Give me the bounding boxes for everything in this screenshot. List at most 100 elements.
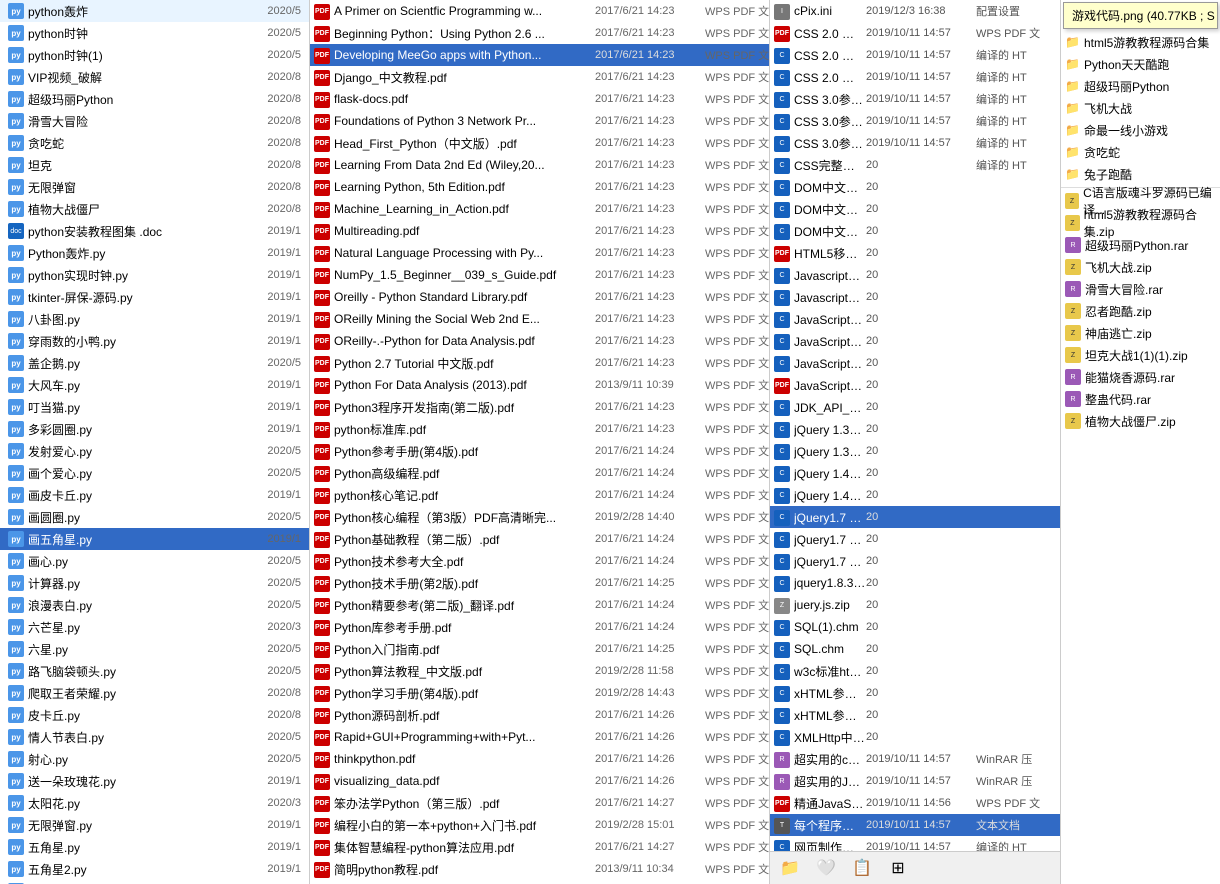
right-file-row[interactable]: CxHTML参考手册.chm20 [770, 704, 1060, 726]
grid-icon[interactable]: ⊞ [886, 856, 910, 880]
middle-file-row[interactable]: PDFHead_First_Python（中文版）.pdf2017/6/21 1… [310, 132, 769, 154]
left-file-item[interactable]: py计算器.py2020/5 [0, 572, 309, 594]
left-file-item[interactable]: pytkinter-屏保-源码.py2019/1 [0, 286, 309, 308]
left-file-item[interactable]: py超级玛丽Python2020/8 [0, 88, 309, 110]
left-file-item[interactable]: py画皮卡丘.py2019/1 [0, 484, 309, 506]
zip-item[interactable]: R能猫烧香源码.rar [1061, 366, 1220, 388]
middle-file-row[interactable]: PDFPython技术手册(第2版).pdf2017/6/21 14:25WPS… [310, 572, 769, 594]
right-file-row[interactable]: CSQL.chm20 [770, 638, 1060, 660]
middle-file-row[interactable]: PDFLearning From Data 2nd Ed (Wiley,20..… [310, 154, 769, 176]
right-file-row[interactable]: CjQuery 1.3参考手册.chm20 [770, 440, 1060, 462]
left-file-item[interactable]: py皮卡丘.py2020/8 [0, 704, 309, 726]
right-file-row[interactable]: Cjquery1.8.3.chm20 [770, 572, 1060, 594]
middle-file-row[interactable]: PDFPython 2.7 Tutorial 中文版.pdf2017/6/21 … [310, 352, 769, 374]
zip-item[interactable]: Z神庙逃亡.zip [1061, 322, 1220, 344]
left-file-item[interactable]: py画五角星.py2019/1 [0, 528, 309, 550]
middle-file-row[interactable]: PDFA Primer on Scientfic Programming w..… [310, 0, 769, 22]
middle-file-row[interactable]: PDFDeveloping MeeGo apps with Python...2… [310, 44, 769, 66]
middle-file-row[interactable]: PDFPython For Data Analysis (2013).pdf20… [310, 374, 769, 396]
left-file-item[interactable]: py六芒星.py2020/3 [0, 616, 309, 638]
right-file-row[interactable]: T每个程序员都会的35种小技巧.txt2019/10/11 14:57文本文档 [770, 814, 1060, 836]
middle-file-row[interactable]: PDFPython精要参考(第二版)_翻译.pdf2017/6/21 14:24… [310, 594, 769, 616]
folder-item[interactable]: 📁html5游教教程源码合集 [1061, 31, 1220, 53]
middle-file-row[interactable]: PDFPython源码剖析.pdf2017/6/21 14:26WPS PDF … [310, 704, 769, 726]
middle-file-row[interactable]: PDFMachine_Learning_in_Action.pdf2017/6/… [310, 198, 769, 220]
right-file-row[interactable]: Zjuery.js.zip20 [770, 594, 1060, 616]
left-file-item[interactable]: pypython时钟(1)2020/5 [0, 44, 309, 66]
zip-item[interactable]: R整蛊代码.rar [1061, 388, 1220, 410]
middle-file-row[interactable]: PDFPython参考手册(第4版).pdf2017/6/21 14:24WPS… [310, 440, 769, 462]
right-file-row[interactable]: CCSS 3.0参考手册.chm2019/10/11 14:57编译的 HT [770, 132, 1060, 154]
right-file-row[interactable]: CJDK_API_1_6_zh_CN手册.CHM20 [770, 396, 1060, 418]
middle-file-row[interactable]: PDFOReilly Mining the Social Web 2nd E..… [310, 308, 769, 330]
middle-file-row[interactable]: PDFPython学习手册(第4版).pdf2019/2/28 14:43WPS… [310, 682, 769, 704]
right-file-row[interactable]: C网页制作完全手册.chm2019/10/11 14:57编译的 HT [770, 836, 1060, 851]
middle-file-row[interactable]: PDF笨办法学Python（第三版）.pdf2017/6/21 14:27WPS… [310, 792, 769, 814]
middle-file-row[interactable]: PDFPython高级编程.pdf2017/6/21 14:24WPS PDF … [310, 462, 769, 484]
left-file-item[interactable]: py五角星.py2019/1 [0, 836, 309, 858]
right-file-row[interactable]: CjQuery1.7 中文手册.chm20 [770, 550, 1060, 572]
right-file-row[interactable]: CjQuery 1.4参考手册.CHM20 [770, 484, 1060, 506]
right-file-row[interactable]: CCSS 2.0 中文手册(2).chm2019/10/11 14:57编译的 … [770, 44, 1060, 66]
left-file-item[interactable]: pypython时钟2020/5 [0, 22, 309, 44]
middle-file-row[interactable]: PDFNatural Language Processing with Py..… [310, 242, 769, 264]
left-file-item[interactable]: pypython实现时钟.py2019/1 [0, 264, 309, 286]
favorite-icon[interactable]: 🤍 [814, 856, 838, 880]
left-file-item[interactable]: py盖企鹅.py2020/5 [0, 352, 309, 374]
right-file-row[interactable]: PDFCSS 2.0 中文手册(1).pdf2019/10/11 14:57WP… [770, 22, 1060, 44]
right-file-row[interactable]: CDOM中文手册.chm20 [770, 220, 1060, 242]
middle-file-row[interactable]: PDFPython3程序开发指南(第二版).pdf2017/6/21 14:23… [310, 396, 769, 418]
middle-file-row[interactable]: PDFPython技术参考大全.pdf2017/6/21 14:24WPS PD… [310, 550, 769, 572]
left-file-item[interactable]: py六星.py2020/5 [0, 638, 309, 660]
left-file-item[interactable]: py情人节表白.py2020/5 [0, 726, 309, 748]
left-file-item[interactable]: py向日葵.py2020/8 [0, 880, 309, 884]
folder-item[interactable]: 📁贪吃蛇 [1061, 141, 1220, 163]
left-file-item[interactable]: py无限弹窗2020/8 [0, 176, 309, 198]
right-file-row[interactable]: CJavaScript核心参考手册.chm20 [770, 352, 1060, 374]
left-file-item[interactable]: py无限弹窗.py2019/1 [0, 814, 309, 836]
right-file-row[interactable]: CJavascript参考手册(1).chm20 [770, 264, 1060, 286]
middle-file-row[interactable]: PDFvisualizing_data.pdf2017/6/21 14:26WP… [310, 770, 769, 792]
middle-file-row[interactable]: PDFPython库参考手册.pdf2017/6/21 14:24WPS PDF… [310, 616, 769, 638]
middle-file-row[interactable]: PDFthinkpython.pdf2017/6/21 14:26WPS PDF… [310, 748, 769, 770]
right-file-row[interactable]: R超实用的css代码.rar2019/10/11 14:57WinRAR 压 [770, 748, 1060, 770]
middle-file-row[interactable]: PDFBeginning Python：Using Python 2.6 ...… [310, 22, 769, 44]
left-file-item[interactable]: py五角星2.py2019/1 [0, 858, 309, 880]
left-file-item[interactable]: py画心.py2020/5 [0, 550, 309, 572]
right-file-row[interactable]: IcPix.ini2019/12/3 16:38配置设置 [770, 0, 1060, 22]
left-file-item[interactable]: py画个爱心.py2020/5 [0, 462, 309, 484]
middle-file-row[interactable]: PDF用Python进行自然语言处理.pdf2013/4/13 10:39WPS… [310, 880, 769, 884]
left-file-item[interactable]: py浪漫表白.py2020/5 [0, 594, 309, 616]
middle-file-row[interactable]: PDFPython入门指南.pdf2017/6/21 14:25WPS PDF … [310, 638, 769, 660]
middle-file-row[interactable]: PDFFoundations of Python 3 Network Pr...… [310, 110, 769, 132]
right-file-row[interactable]: CCSS 2.0 中文手册.chm2019/10/11 14:57编译的 HT [770, 66, 1060, 88]
right-file-row[interactable]: Cw3c标准html5手册.chm20 [770, 660, 1060, 682]
left-file-item[interactable]: py滑雪大冒险2020/8 [0, 110, 309, 132]
right-file-row[interactable]: CJavascript参考手册.chm20 [770, 286, 1060, 308]
middle-file-row[interactable]: PDF集体智慧编程-python算法应用.pdf2017/6/21 14:27W… [310, 836, 769, 858]
left-file-item[interactable]: py射心.py2020/5 [0, 748, 309, 770]
left-file-item[interactable]: docpython安装教程图集 .doc2019/1 [0, 220, 309, 242]
zip-item[interactable]: Z坦克大战1(1)(1).zip [1061, 344, 1220, 366]
right-file-row[interactable]: PDFHTML5移动开发即学即用[双色].pdf20 [770, 242, 1060, 264]
right-file-row[interactable]: R超实用的JavaSScript代码.rar2019/10/11 14:57Wi… [770, 770, 1060, 792]
left-file-item[interactable]: pyVIP视频_破解2020/8 [0, 66, 309, 88]
right-file-row[interactable]: CJavaScript核心参考手册(1).chm20 [770, 308, 1060, 330]
right-file-row[interactable]: CjQuery1.7 中文手册(2).chm20 [770, 528, 1060, 550]
right-file-row[interactable]: CJavaScript核心参考手册(2).chm20 [770, 330, 1060, 352]
zip-item[interactable]: Z飞机大战.zip [1061, 256, 1220, 278]
middle-file-row[interactable]: PDFPython基础教程（第二版）.pdf2017/6/21 14:24WPS… [310, 528, 769, 550]
left-file-item[interactable]: py贪吃蛇2020/8 [0, 132, 309, 154]
right-file-row[interactable]: CjQuery 1.4参考手册(1).CHM20 [770, 462, 1060, 484]
right-file-row[interactable]: CSQL(1).chm20 [770, 616, 1060, 638]
middle-file-row[interactable]: PDFRapid+GUI+Programming+with+Pyt...2017… [310, 726, 769, 748]
middle-file-row[interactable]: PDFNumPy_1.5_Beginner__039_s_Guide.pdf20… [310, 264, 769, 286]
zip-item[interactable]: Z忍者跑酷.zip [1061, 300, 1220, 322]
middle-file-row[interactable]: PDFPython算法教程_中文版.pdf2019/2/28 11:58WPS … [310, 660, 769, 682]
copy-icon[interactable]: 📋 [850, 856, 874, 880]
left-file-item[interactable]: py穿雨数的小鸭.py2019/1 [0, 330, 309, 352]
middle-file-row[interactable]: PDFLearning Python, 5th Edition.pdf2017/… [310, 176, 769, 198]
folder-item[interactable]: 📁飞机大战 [1061, 97, 1220, 119]
new-folder-icon[interactable]: 📁 [778, 856, 802, 880]
middle-file-row[interactable]: PDFOReilly-.-Python for Data Analysis.pd… [310, 330, 769, 352]
